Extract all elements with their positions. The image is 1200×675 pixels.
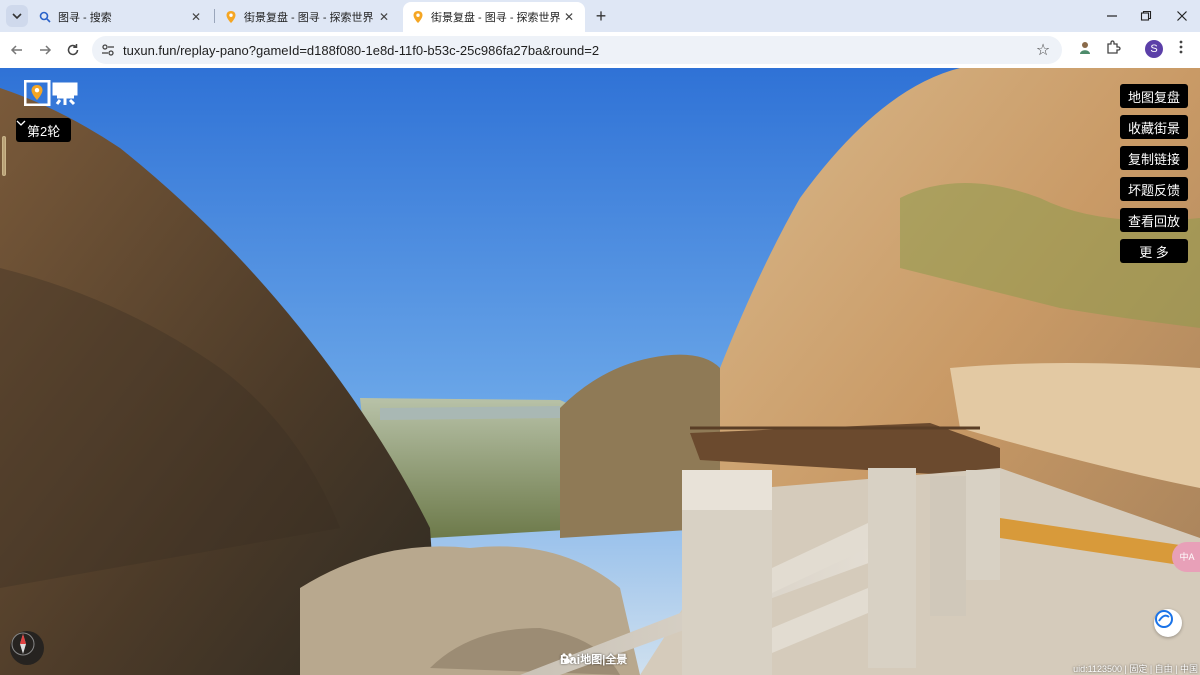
profile-avatar[interactable]: S	[1145, 40, 1163, 58]
chevron-down-icon	[12, 13, 22, 20]
tab-divider	[214, 9, 215, 23]
tab-search[interactable]: 图寻 - 搜索 ✕	[30, 2, 212, 32]
restore-icon[interactable]	[1128, 0, 1164, 32]
more-button[interactable]: 更 多	[1120, 239, 1188, 263]
search-icon	[38, 10, 52, 24]
tab-replay-active[interactable]: 街景复盘 - 图寻 - 探索世界 ✕	[403, 2, 585, 32]
url-text[interactable]: tuxun.fun/replay-pano?gameId=d188f080-1e…	[123, 43, 599, 58]
map-replay-button[interactable]: 地图复盘	[1120, 84, 1188, 108]
round-label: 第2轮	[27, 123, 61, 139]
back-icon[interactable]	[5, 38, 29, 62]
tab-search-button[interactable]	[6, 5, 28, 27]
tab-title: 街景复盘 - 图寻 - 探索世界	[431, 12, 561, 24]
extensions-puzzle-icon[interactable]	[1102, 36, 1124, 58]
tab-title: 图寻 - 搜索	[58, 12, 112, 24]
baidu-brand-map: 地图	[580, 654, 603, 666]
panorama-viewer[interactable]: 第2轮 地图复盘 收藏街景 复制链接 坏题反馈 查看回放 更 多 中A Bai …	[0, 68, 1200, 675]
close-icon[interactable]: ✕	[376, 9, 392, 25]
close-window-icon[interactable]	[1164, 0, 1200, 32]
bookmark-star-icon[interactable]: ☆	[1034, 41, 1052, 59]
more-menu-icon[interactable]	[1170, 36, 1192, 58]
close-icon[interactable]: ✕	[188, 9, 204, 25]
reload-icon[interactable]	[61, 38, 85, 62]
baidu-paw-icon	[560, 653, 574, 664]
baidu-brand-suffix: |全景	[602, 654, 628, 666]
tuxun-logo[interactable]	[24, 80, 80, 106]
chat-bubble-icon[interactable]	[1154, 609, 1182, 637]
extension-avatar-icon[interactable]	[1074, 36, 1096, 58]
favorite-streetview-button[interactable]: 收藏街景	[1120, 115, 1188, 139]
new-tab-button[interactable]: +	[590, 5, 612, 27]
close-icon[interactable]: ✕	[561, 9, 577, 25]
copy-link-button[interactable]: 复制链接	[1120, 146, 1188, 170]
location-pin-icon	[224, 10, 238, 24]
round-selector[interactable]: 第2轮	[16, 118, 72, 142]
tab-title: 街景复盘 - 图寻 - 探索世界	[244, 12, 374, 24]
site-settings-icon[interactable]	[100, 42, 116, 58]
report-bad-question-button[interactable]: 坏题反馈	[1120, 177, 1188, 201]
chevron-down-icon	[16, 120, 26, 126]
view-playback-button[interactable]: 查看回放	[1120, 208, 1188, 232]
tab-strip: 图寻 - 搜索 ✕ 街景复盘 - 图寻 - 探索世界 ✕ 街景复盘 - 图寻 -…	[0, 0, 1200, 32]
forward-icon[interactable]	[33, 38, 57, 62]
panorama-image[interactable]	[0, 68, 1200, 675]
tab-replay-1[interactable]: 街景复盘 - 图寻 - 探索世界 ✕	[216, 2, 400, 32]
scroll-handle[interactable]	[2, 136, 6, 176]
logo-icon	[24, 80, 78, 106]
browser-toolbar: tuxun.fun/replay-pano?gameId=d188f080-1e…	[0, 32, 1200, 68]
translate-button[interactable]: 中A	[1172, 542, 1200, 572]
address-bar[interactable]: tuxun.fun/replay-pano?gameId=d188f080-1e…	[92, 36, 1062, 64]
location-pin-icon	[411, 10, 425, 24]
baidu-map-brand: Bai 地图 |全景	[560, 651, 627, 667]
compass-icon[interactable]	[10, 631, 44, 665]
minimize-icon[interactable]	[1094, 0, 1130, 32]
bottom-info-bar: uid:1123500 | 固定 | 自由 | 中国	[1073, 664, 1198, 674]
